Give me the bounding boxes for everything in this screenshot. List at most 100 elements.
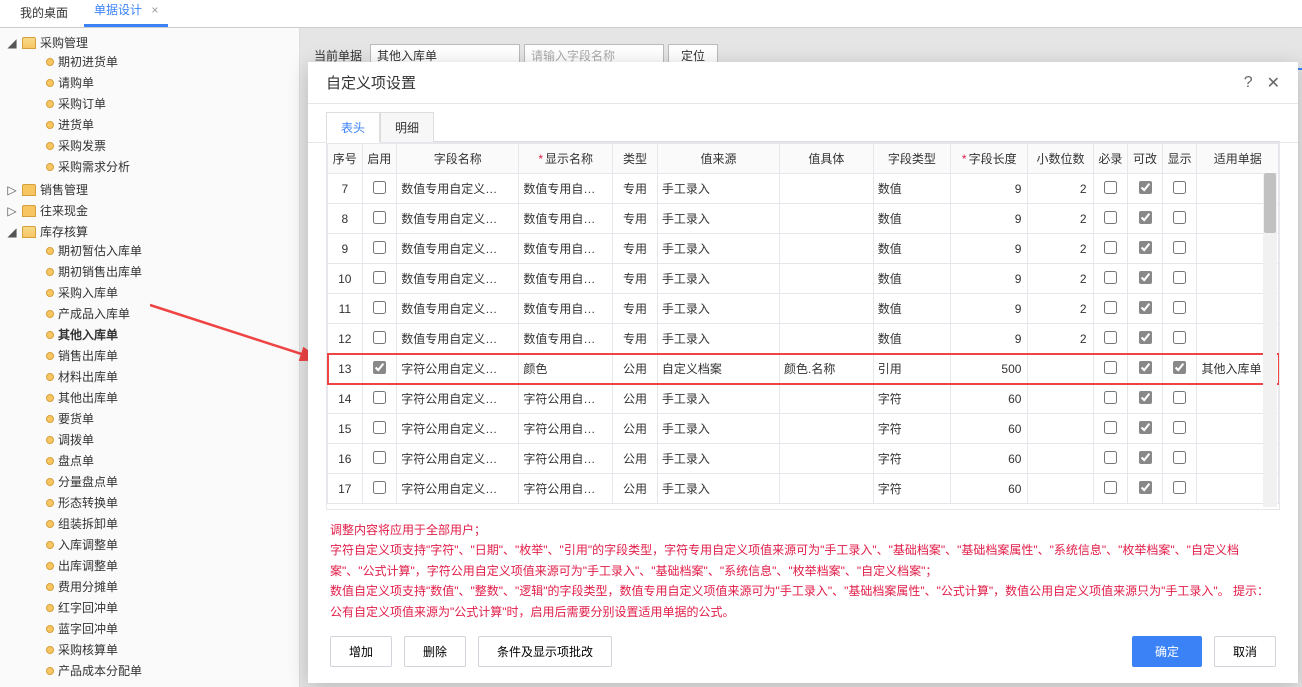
tree-leaf[interactable]: 采购发票 bbox=[58, 137, 106, 154]
tree-leaf[interactable]: 其他出库单 bbox=[58, 389, 118, 406]
tree-leaf[interactable]: 期初进货单 bbox=[58, 53, 118, 70]
table-row[interactable]: 16字符公用自定义…字符公用自…公用手工录入字符60 bbox=[328, 444, 1279, 474]
table-row[interactable]: 11数值专用自定义…数值专用自…专用手工录入数值92 bbox=[328, 294, 1279, 324]
checkbox[interactable] bbox=[1139, 241, 1152, 254]
help-icon[interactable]: ? bbox=[1244, 74, 1253, 92]
table-row[interactable]: 8数值专用自定义…数值专用自…专用手工录入数值92 bbox=[328, 204, 1279, 234]
tree-leaf[interactable]: 产成品入库单 bbox=[58, 305, 130, 322]
close-icon[interactable]: × bbox=[151, 3, 158, 17]
table-row[interactable]: 14字符公用自定义…字符公用自…公用手工录入字符60 bbox=[328, 384, 1279, 414]
checkbox[interactable] bbox=[1104, 481, 1117, 494]
table-row[interactable]: 10数值专用自定义…数值专用自…专用手工录入数值92 bbox=[328, 264, 1279, 294]
cancel-button[interactable]: 取消 bbox=[1214, 636, 1276, 667]
navigation-tree[interactable]: ◢ 采购管理期初进货单请购单采购订单进货单采购发票采购需求分析 ▷ 销售管理 ▷ 往来现金… bbox=[0, 28, 300, 687]
tree-leaf[interactable]: 采购需求分析 bbox=[58, 158, 130, 175]
checkbox[interactable] bbox=[1139, 361, 1152, 374]
tab-desktop[interactable]: 我的桌面 bbox=[10, 0, 78, 27]
checkbox[interactable] bbox=[1104, 181, 1117, 194]
checkbox[interactable] bbox=[373, 211, 386, 224]
checkbox[interactable] bbox=[1139, 451, 1152, 464]
checkbox[interactable] bbox=[1139, 211, 1152, 224]
checkbox[interactable] bbox=[1173, 271, 1186, 284]
checkbox[interactable] bbox=[373, 181, 386, 194]
table-row[interactable]: 17字符公用自定义…字符公用自…公用手工录入字符60 bbox=[328, 474, 1279, 504]
checkbox[interactable] bbox=[1139, 391, 1152, 404]
checkbox[interactable] bbox=[1104, 391, 1117, 404]
checkbox[interactable] bbox=[1139, 271, 1152, 284]
checkbox[interactable] bbox=[1104, 421, 1117, 434]
tree-twisty[interactable]: ▷ bbox=[6, 183, 18, 197]
tree-leaf[interactable]: 形态转换单 bbox=[58, 494, 118, 511]
table-row[interactable]: 13字符公用自定义…颜色公用自定义档案颜色.名称引用500其他入库单 bbox=[328, 354, 1279, 384]
table-row[interactable]: 7数值专用自定义…数值专用自…专用手工录入数值92 bbox=[328, 174, 1279, 204]
tree-folder[interactable]: 销售管理 bbox=[40, 181, 88, 198]
checkbox[interactable] bbox=[1173, 391, 1186, 404]
tree-leaf[interactable]: 调拨单 bbox=[58, 431, 94, 448]
tree-twisty[interactable]: ◢ bbox=[6, 36, 18, 50]
close-icon[interactable]: ✕ bbox=[1267, 73, 1280, 93]
checkbox[interactable] bbox=[1104, 361, 1117, 374]
fields-grid[interactable]: 序号 启用 字段名称 显示名称 类型 值来源 值具体 字段类型 字段长度 小数位… bbox=[327, 143, 1279, 504]
tree-leaf[interactable]: 采购核算单 bbox=[58, 641, 118, 658]
tree-leaf[interactable]: 其他入库单 bbox=[58, 326, 118, 343]
tree-leaf[interactable]: 请购单 bbox=[58, 74, 94, 91]
checkbox[interactable] bbox=[373, 271, 386, 284]
checkbox[interactable] bbox=[1173, 451, 1186, 464]
batch-edit-button[interactable]: 条件及显示项批改 bbox=[478, 636, 612, 667]
tree-leaf[interactable]: 期初销售出库单 bbox=[58, 263, 142, 280]
checkbox[interactable] bbox=[1104, 271, 1117, 284]
checkbox[interactable] bbox=[1139, 421, 1152, 434]
tree-leaf[interactable]: 出库调整单 bbox=[58, 557, 118, 574]
delete-button[interactable]: 删除 bbox=[404, 636, 466, 667]
checkbox[interactable] bbox=[373, 301, 386, 314]
tree-leaf[interactable]: 费用分摊单 bbox=[58, 578, 118, 595]
checkbox[interactable] bbox=[1104, 211, 1117, 224]
tree-leaf[interactable]: 入库调整单 bbox=[58, 536, 118, 553]
checkbox[interactable] bbox=[1173, 211, 1186, 224]
checkbox[interactable] bbox=[373, 361, 386, 374]
checkbox[interactable] bbox=[1173, 241, 1186, 254]
tab-detail[interactable]: 明细 bbox=[380, 112, 434, 142]
tree-leaf[interactable]: 分量盘点单 bbox=[58, 473, 118, 490]
tree-folder[interactable]: 往来现金 bbox=[40, 202, 88, 219]
tree-leaf[interactable]: 进货单 bbox=[58, 116, 94, 133]
checkbox[interactable] bbox=[1104, 241, 1117, 254]
tree-leaf[interactable]: 产品成本分配单 bbox=[58, 662, 142, 679]
checkbox[interactable] bbox=[373, 481, 386, 494]
checkbox[interactable] bbox=[1104, 331, 1117, 344]
vertical-scrollbar[interactable] bbox=[1263, 173, 1277, 507]
checkbox[interactable] bbox=[1139, 181, 1152, 194]
tree-leaf[interactable]: 红字回冲单 bbox=[58, 599, 118, 616]
tab-header[interactable]: 表头 bbox=[326, 112, 380, 143]
tree-leaf[interactable]: 采购订单 bbox=[58, 95, 106, 112]
tree-leaf[interactable]: 盘点单 bbox=[58, 452, 94, 469]
checkbox[interactable] bbox=[1173, 421, 1186, 434]
checkbox[interactable] bbox=[1173, 331, 1186, 344]
tree-leaf[interactable]: 要货单 bbox=[58, 410, 94, 427]
table-row[interactable]: 12数值专用自定义…数值专用自…专用手工录入数值92 bbox=[328, 324, 1279, 354]
tree-leaf[interactable]: 材料出库单 bbox=[58, 368, 118, 385]
checkbox[interactable] bbox=[1173, 361, 1186, 374]
checkbox[interactable] bbox=[1139, 331, 1152, 344]
tab-doc-design[interactable]: 单据设计 × bbox=[84, 0, 168, 27]
table-row[interactable]: 15字符公用自定义…字符公用自…公用手工录入字符60 bbox=[328, 414, 1279, 444]
tree-leaf[interactable]: 采购入库单 bbox=[58, 284, 118, 301]
checkbox[interactable] bbox=[373, 241, 386, 254]
ok-button[interactable]: 确定 bbox=[1132, 636, 1202, 667]
checkbox[interactable] bbox=[373, 331, 386, 344]
tree-twisty[interactable]: ▷ bbox=[6, 204, 18, 218]
checkbox[interactable] bbox=[1139, 481, 1152, 494]
checkbox[interactable] bbox=[1104, 301, 1117, 314]
tree-folder[interactable]: 采购管理 bbox=[40, 34, 88, 51]
checkbox[interactable] bbox=[1173, 481, 1186, 494]
checkbox[interactable] bbox=[373, 391, 386, 404]
tree-leaf[interactable]: 组装拆卸单 bbox=[58, 515, 118, 532]
tree-leaf[interactable]: 蓝字回冲单 bbox=[58, 620, 118, 637]
tree-leaf[interactable]: 期初暂估入库单 bbox=[58, 242, 142, 259]
table-row[interactable]: 9数值专用自定义…数值专用自…专用手工录入数值92 bbox=[328, 234, 1279, 264]
checkbox[interactable] bbox=[373, 451, 386, 464]
checkbox[interactable] bbox=[1104, 451, 1117, 464]
tree-folder[interactable]: 库存核算 bbox=[40, 223, 88, 240]
checkbox[interactable] bbox=[1173, 301, 1186, 314]
tree-leaf[interactable]: 销售出库单 bbox=[58, 347, 118, 364]
